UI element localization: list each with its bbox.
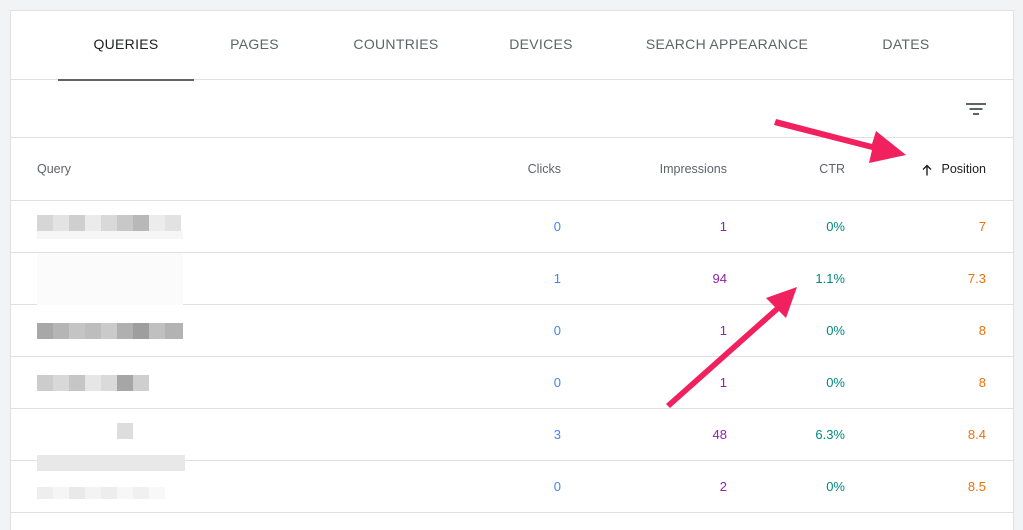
ctr-value: 0%	[826, 479, 845, 494]
column-header-query[interactable]: Query	[37, 138, 71, 201]
performance-table-card: QUERIES PAGES COUNTRIES DEVICES SEARCH A…	[10, 10, 1014, 530]
clicks-value: 0	[553, 479, 561, 494]
clicks-value: 3	[553, 427, 561, 442]
ctr-value: 0%	[826, 323, 845, 338]
impressions-value: 48	[712, 427, 727, 442]
tab-countries[interactable]: COUNTRIES	[336, 11, 456, 80]
position-value: 8.4	[967, 427, 986, 442]
clicks-value: 0	[553, 219, 561, 234]
position-value: 8.5	[967, 479, 986, 494]
column-header-clicks[interactable]: Clicks	[528, 138, 561, 201]
column-header-label: Position	[941, 162, 986, 176]
tab-label: PAGES	[230, 36, 279, 52]
position-value: 8	[978, 375, 986, 390]
ctr-value: 0%	[826, 219, 845, 234]
redacted-query	[37, 201, 187, 253]
redacted-query	[37, 305, 187, 357]
impressions-value: 94	[712, 271, 727, 286]
redacted-query	[37, 357, 187, 409]
table-row[interactable]: 3 48 6.3% 8.4	[11, 409, 1013, 461]
clicks-value: 0	[553, 323, 561, 338]
table-row[interactable]: 0 2 0% 8.5	[11, 461, 1013, 513]
impressions-value: 1	[719, 323, 727, 338]
filter-list-icon	[966, 103, 986, 115]
tab-label: DEVICES	[509, 36, 573, 52]
filter-rows-button[interactable]	[961, 94, 991, 124]
tab-devices[interactable]: DEVICES	[489, 11, 593, 80]
table-row[interactable]: 0 1 0% 8	[11, 305, 1013, 357]
impressions-value: 1	[719, 219, 727, 234]
tab-label: QUERIES	[93, 36, 159, 52]
impressions-value: 2	[719, 479, 727, 494]
table-row[interactable]: 1 94 1.1% 7.3	[11, 253, 1013, 305]
column-header-impressions[interactable]: Impressions	[660, 138, 727, 201]
tab-label: SEARCH APPEARANCE	[645, 36, 809, 52]
redacted-query	[37, 409, 187, 461]
position-value: 8	[978, 323, 986, 338]
tab-label: DATES	[882, 36, 930, 52]
tab-label: COUNTRIES	[353, 36, 439, 52]
position-value: 7	[978, 219, 986, 234]
table-header: Query Clicks Impressions CTR Position	[11, 138, 1013, 201]
clicks-value: 0	[553, 375, 561, 390]
table-row[interactable]: 0 1 0% 7	[11, 201, 1013, 253]
clicks-value: 1	[553, 271, 561, 286]
table-toolbar	[11, 80, 1013, 138]
ctr-value: 0%	[826, 375, 845, 390]
ctr-value: 1.1%	[815, 271, 845, 286]
redacted-query	[37, 461, 187, 513]
ctr-value: 6.3%	[815, 427, 845, 442]
tab-queries[interactable]: QUERIES	[58, 11, 194, 81]
arrow-upward-icon	[922, 164, 932, 175]
tab-pages[interactable]: PAGES	[211, 11, 298, 80]
table-row[interactable]: 0 1 0% 8	[11, 357, 1013, 409]
impressions-value: 1	[719, 375, 727, 390]
tab-search-appearance[interactable]: SEARCH APPEARANCE	[628, 11, 826, 80]
tab-dates[interactable]: DATES	[859, 11, 953, 80]
column-header-ctr[interactable]: CTR	[819, 138, 845, 201]
report-tabs: QUERIES PAGES COUNTRIES DEVICES SEARCH A…	[11, 11, 1013, 81]
column-header-position[interactable]: Position	[920, 138, 986, 201]
position-value: 7.3	[967, 271, 986, 286]
redacted-query	[37, 253, 187, 305]
